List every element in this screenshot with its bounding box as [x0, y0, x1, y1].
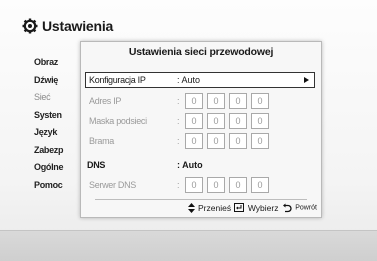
- subnet-mask-label: Maska podsieci: [89, 116, 147, 126]
- side-item-siec[interactable]: Sieć: [34, 89, 63, 107]
- wired-network-settings-dialog: Ustawienia sieci przewodowej Konfiguracj…: [80, 41, 322, 218]
- side-item-pomoc[interactable]: Pomoc: [34, 177, 63, 195]
- enter-icon: [234, 203, 245, 213]
- side-item-dzwiek[interactable]: Dźwię: [34, 72, 63, 90]
- gateway-fields: 0 0 0 0: [185, 133, 273, 149]
- subnet-mask-fields: 0 0 0 0: [185, 113, 273, 129]
- side-item-system[interactable]: Systen: [34, 107, 63, 125]
- mask-octet-field: 0: [251, 113, 269, 129]
- gateway-octet-field: 0: [207, 133, 225, 149]
- gear-icon: [22, 18, 38, 34]
- dns-mode-value: : Auto: [177, 160, 203, 170]
- side-item-zabezpieczenia[interactable]: Zabezp: [34, 142, 64, 160]
- mask-octet-field: 0: [229, 113, 247, 129]
- gateway-octet-field: 0: [251, 133, 269, 149]
- dns-octet-field: 0: [229, 177, 247, 193]
- move-label: Przenieś: [198, 202, 232, 213]
- return-icon: [282, 203, 292, 212]
- chevron-right-icon: [304, 77, 309, 83]
- settings-screen: Ustawienia Obraz Dźwię Sieć Systen Język…: [0, 0, 377, 261]
- footer-divider: [95, 199, 307, 200]
- return-label: Powrót: [295, 204, 317, 212]
- side-item-jezyk[interactable]: Język: [34, 124, 63, 142]
- dns-octet-field: 0: [207, 177, 225, 193]
- ip-config-value: : Auto: [177, 75, 201, 85]
- ip-octet-field: 0: [251, 93, 269, 109]
- ip-octet-field: 0: [207, 93, 225, 109]
- ip-config-label: Konfiguracja IP: [89, 75, 146, 85]
- ip-octet-field: 0: [185, 93, 203, 109]
- dns-server-label: Serwer DNS: [89, 180, 137, 190]
- ip-address-fields: 0 0 0 0: [185, 93, 273, 109]
- side-item-ogolne[interactable]: Ogólne: [34, 159, 64, 177]
- dns-label: DNS: [87, 160, 106, 170]
- settings-side-menu: Obraz Dźwię Sieć Systen Język Zabezp Ogó…: [34, 54, 64, 195]
- ip-address-label: Adres IP: [89, 96, 122, 106]
- mask-octet-field: 0: [185, 113, 203, 129]
- mask-octet-field: 0: [207, 113, 225, 129]
- settings-header: Ustawienia: [22, 18, 113, 34]
- bottom-bar: [0, 230, 377, 261]
- ip-config-row[interactable]: Konfiguracja IP : Auto: [85, 72, 315, 88]
- page-title: Ustawienia: [42, 18, 114, 34]
- gateway-octet-field: 0: [229, 133, 247, 149]
- dns-octet-field: 0: [251, 177, 269, 193]
- dns-server-fields: 0 0 0 0: [185, 177, 273, 193]
- dns-octet-field: 0: [185, 177, 203, 193]
- gateway-label: Brama: [89, 136, 115, 146]
- up-down-arrows-icon: [187, 202, 195, 213]
- dns-server-colon: :: [177, 180, 180, 190]
- subnet-mask-colon: :: [177, 116, 180, 126]
- ip-address-colon: :: [177, 96, 180, 106]
- dialog-title: Ustawienia sieci przewodowej: [128, 46, 274, 58]
- gateway-octet-field: 0: [185, 133, 203, 149]
- ip-octet-field: 0: [229, 93, 247, 109]
- gateway-colon: :: [177, 136, 180, 146]
- select-label: Wybierz: [247, 202, 279, 213]
- button-guide: Przenieś Wybierz Powrót: [81, 202, 317, 213]
- side-item-obraz[interactable]: Obraz: [34, 54, 63, 72]
